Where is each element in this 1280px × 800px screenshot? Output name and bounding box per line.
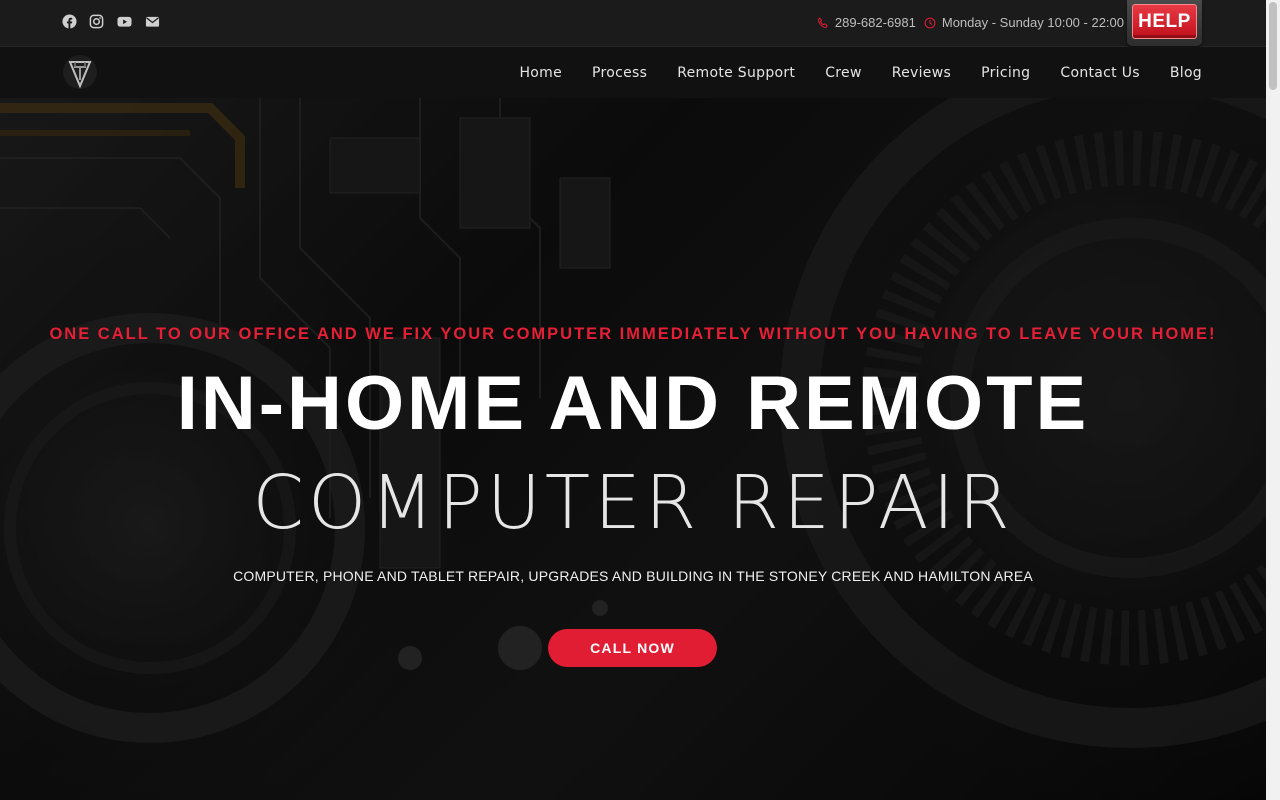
scrollbar-thumb[interactable] (1269, 2, 1277, 90)
top-bar: 289-682-6981 Monday - Sunday 10:00 - 22:… (0, 0, 1266, 47)
nav-item-contact-us[interactable]: Contact Us (1060, 65, 1139, 81)
page-scrollbar[interactable] (1266, 0, 1280, 800)
nav-item-pricing[interactable]: Pricing (981, 65, 1030, 81)
nav-item-home[interactable]: Home (519, 65, 562, 81)
nav-item-blog[interactable]: Blog (1170, 65, 1202, 81)
hero-description: COMPUTER, PHONE AND TABLET REPAIR, UPGRA… (233, 568, 1033, 584)
youtube-icon[interactable] (116, 14, 133, 29)
nav-menu: Home Process Remote Support Crew Reviews… (519, 47, 1202, 98)
help-button[interactable]: HELP (1127, 0, 1202, 46)
facebook-icon[interactable] (62, 14, 77, 29)
nav-item-remote-support[interactable]: Remote Support (677, 65, 795, 81)
contact-info: 289-682-6981 Monday - Sunday 10:00 - 22:… (817, 15, 1124, 30)
nav-item-reviews[interactable]: Reviews (892, 65, 951, 81)
main-navbar: Home Process Remote Support Crew Reviews… (0, 47, 1266, 98)
phone-number[interactable]: 289-682-6981 (835, 15, 916, 30)
logo[interactable] (62, 53, 98, 91)
hero-dark-overlay (0, 98, 1266, 800)
hero-subheadline: COMPUTER REPAIR (252, 460, 1014, 546)
business-hours: Monday - Sunday 10:00 - 22:00 (941, 15, 1124, 30)
instagram-icon[interactable] (89, 14, 104, 29)
clock-icon (924, 17, 936, 28)
hero-headline: IN-HOME AND REMOTE (176, 361, 1090, 446)
nav-item-process[interactable]: Process (592, 65, 647, 81)
hero-section: ONE CALL TO OUR OFFICE AND WE FIX YOUR C… (0, 98, 1266, 800)
call-now-button[interactable]: CALL NOW (548, 629, 717, 667)
nav-item-crew[interactable]: Crew (825, 65, 862, 81)
hero-tagline: ONE CALL TO OUR OFFICE AND WE FIX YOUR C… (49, 325, 1217, 343)
social-links (62, 14, 160, 29)
phone-icon (817, 16, 828, 28)
help-button-label: HELP (1132, 4, 1197, 39)
envelope-icon[interactable] (145, 14, 160, 29)
